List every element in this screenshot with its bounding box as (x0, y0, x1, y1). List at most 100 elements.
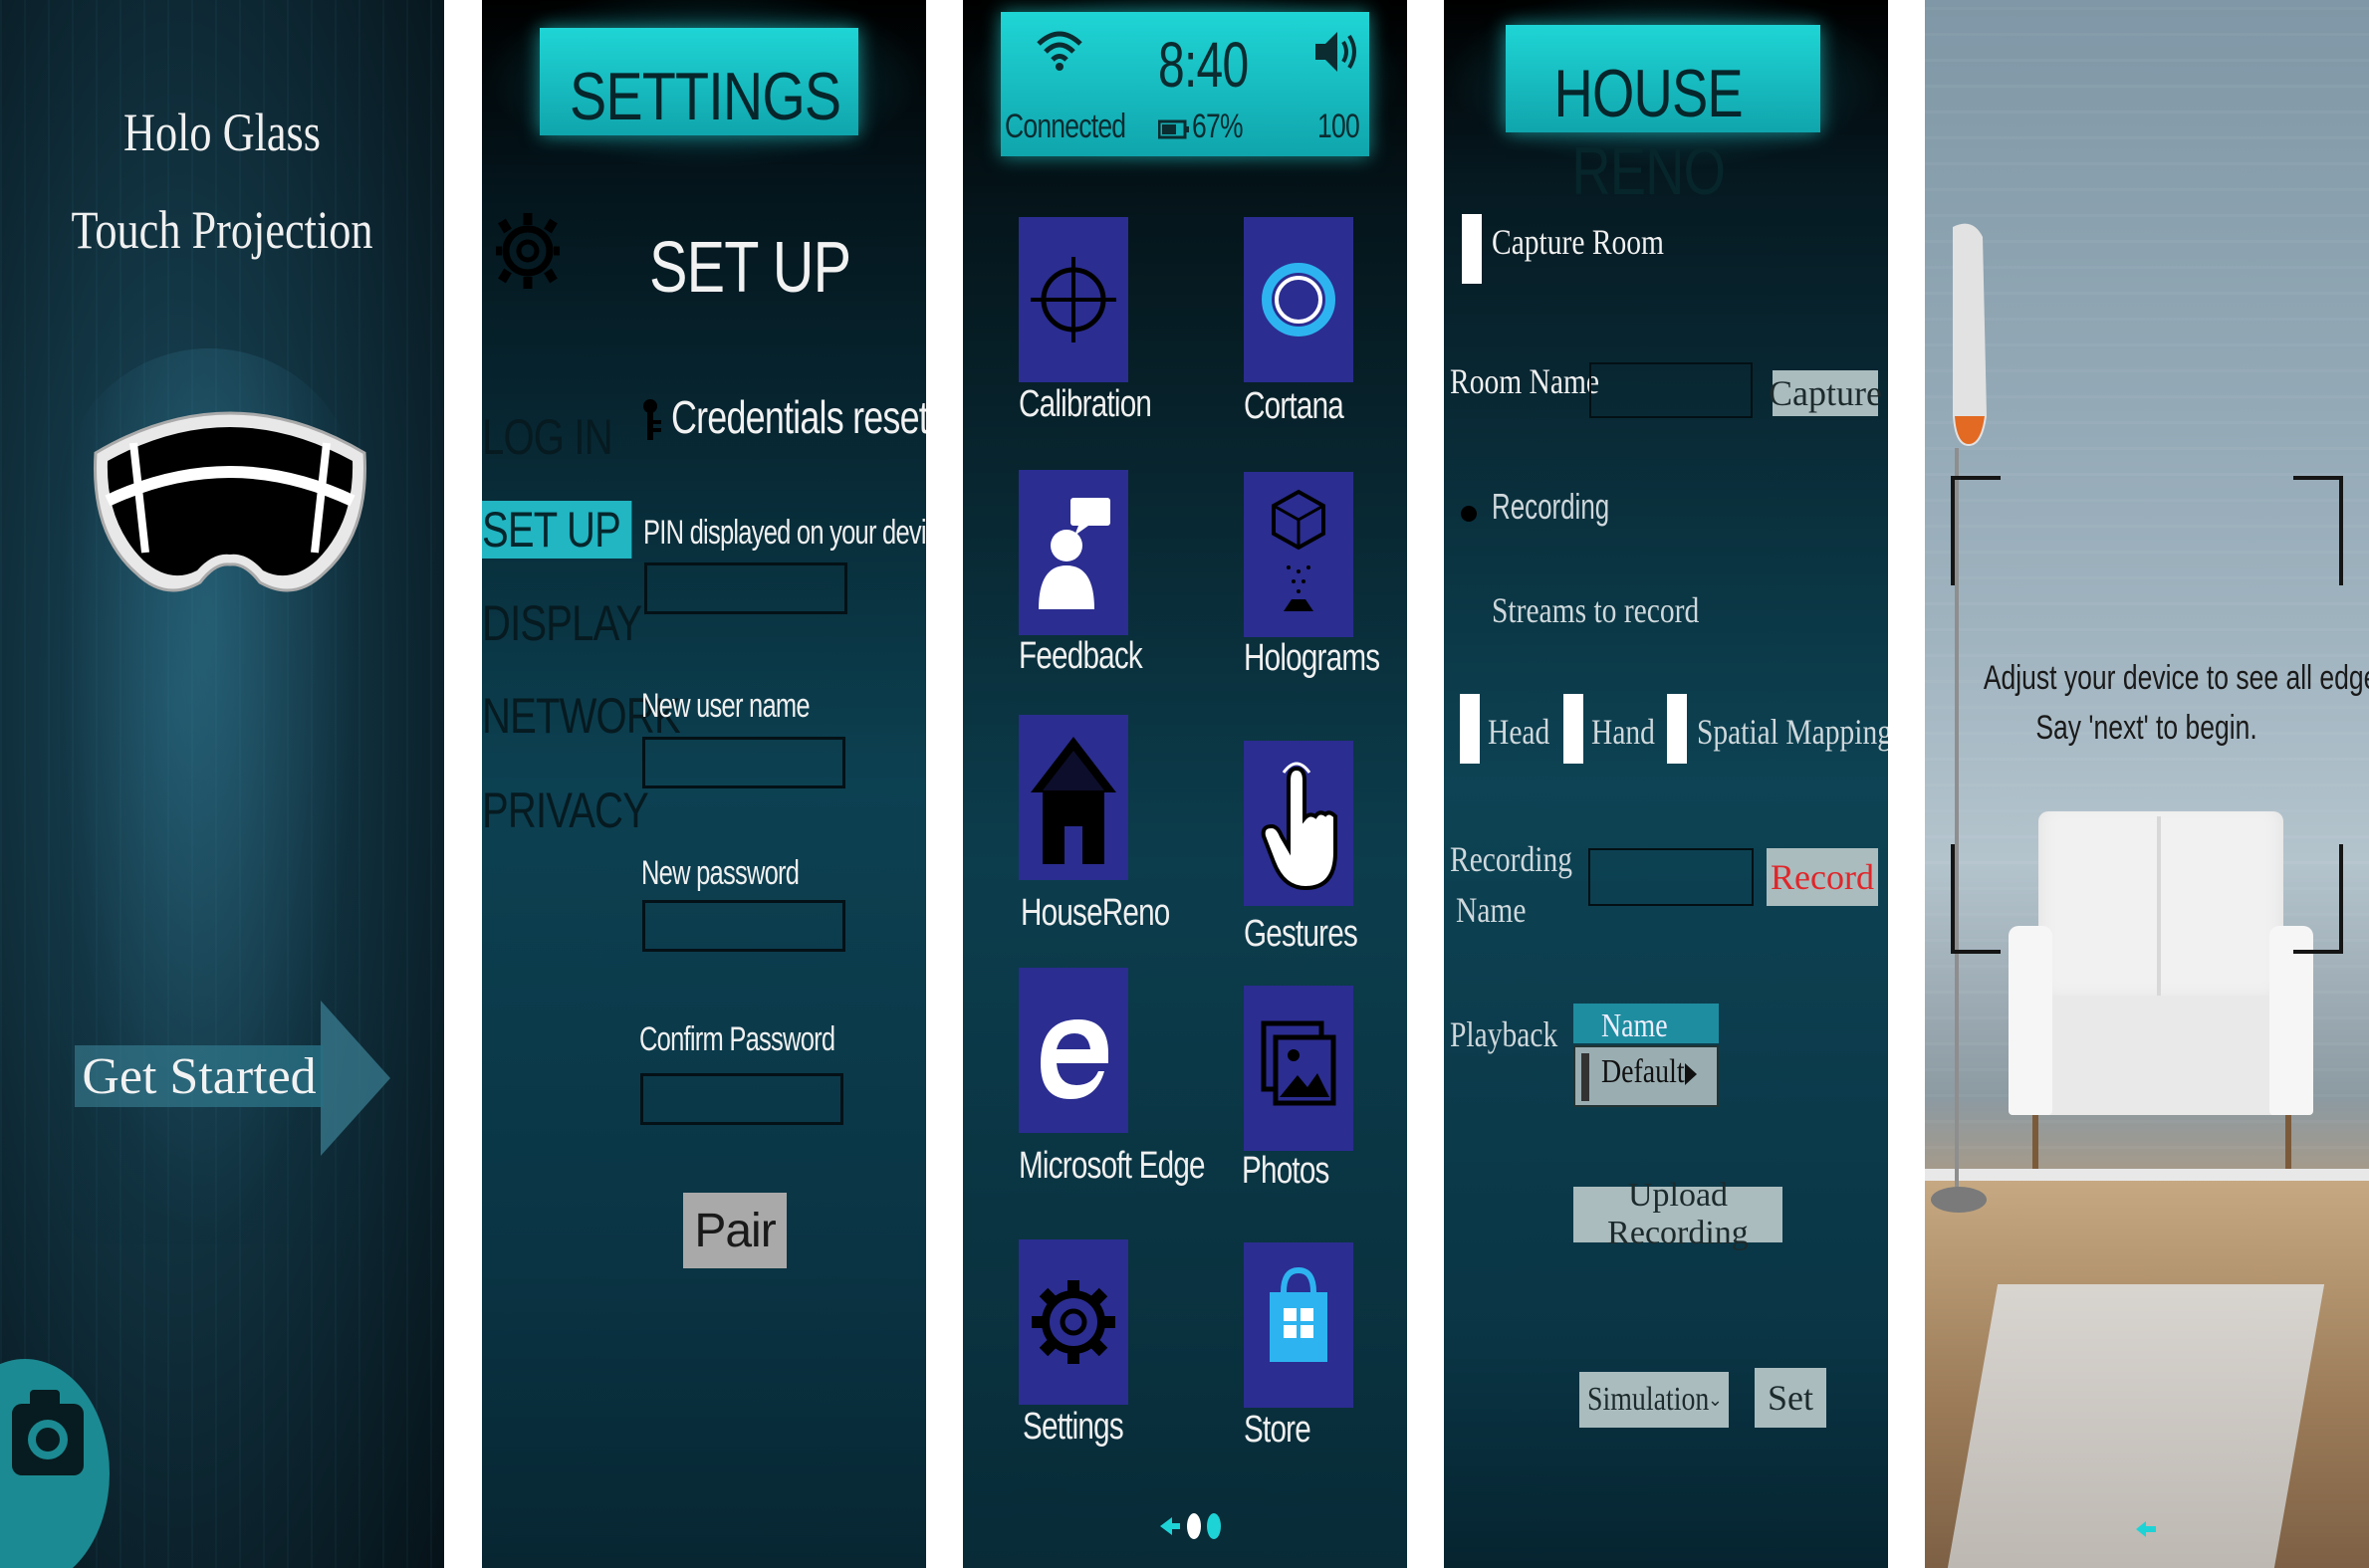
calibration-instruction-line2: Say 'next' to begin. (2035, 709, 2258, 747)
photos-icon (1261, 1020, 1336, 1106)
stream-head-checkbox[interactable] (1460, 694, 1480, 764)
simulation-select[interactable]: Simulation ⌄ (1579, 1372, 1729, 1428)
armchair-leg-left (2032, 1115, 2038, 1169)
gear-icon (496, 213, 560, 289)
record-button[interactable]: Record (1767, 848, 1878, 906)
crosshair-icon (1031, 257, 1116, 342)
battery-icon (1158, 119, 1189, 139)
app-label-microsoft-edge: Microsoft Edge (1019, 1145, 1206, 1187)
capture-room-checkbox[interactable] (1462, 214, 1482, 284)
hand-pointer-icon (1261, 762, 1337, 891)
armchair-seam (2157, 816, 2161, 1006)
stream-spatial-mapping-checkbox[interactable] (1667, 694, 1687, 764)
floor-lamp-icon (1953, 223, 1987, 446)
play-icon[interactable] (1683, 1061, 1699, 1087)
app-feedback[interactable] (1019, 470, 1128, 635)
nav-log-in[interactable]: LOG IN (482, 408, 613, 466)
settings-gear-icon (1032, 1280, 1115, 1364)
app-cortana[interactable] (1244, 217, 1353, 382)
page-indicator[interactable] (1158, 1509, 1228, 1543)
frame-corner-bottom-left (1951, 844, 2001, 954)
store-bag-icon (1270, 1266, 1327, 1362)
key-icon (643, 399, 661, 440)
app-label-cortana: Cortana (1244, 385, 1344, 427)
nav-set-up[interactable]: SET UP (482, 501, 632, 559)
armchair-arm-right (2269, 926, 2313, 1115)
app-title-line2: Touch Projection (71, 200, 373, 260)
confirm-password-label: Confirm Password (639, 1020, 835, 1058)
app-calibration[interactable] (1019, 217, 1128, 382)
lamp-base (1931, 1187, 1987, 1213)
playback-default-item[interactable]: Default (1601, 1053, 1685, 1091)
edge-icon (1041, 1019, 1108, 1099)
app-label-calibration: Calibration (1019, 383, 1152, 425)
chevron-down-icon: ⌄ (1707, 1390, 1723, 1410)
room-name-input[interactable] (1589, 362, 1753, 418)
house-reno-header-text: HOUSE RENO (1553, 56, 1743, 209)
app-title-line1: Holo Glass (122, 103, 322, 162)
app-settings[interactable] (1019, 1239, 1128, 1405)
nav-privacy[interactable]: PRIVACY (482, 782, 649, 839)
app-label-housereno: HouseReno (1021, 892, 1170, 934)
credentials-reset-link[interactable]: Credentials reset (671, 390, 926, 444)
get-started-arrow[interactable] (321, 1001, 390, 1156)
volume-level: 100 (1317, 108, 1360, 145)
new-password-input[interactable] (642, 900, 845, 952)
confirm-password-input[interactable] (640, 1073, 843, 1125)
frame-corner-bottom-right (2293, 844, 2343, 954)
recording-name-label-line2: Name (1456, 890, 1527, 930)
pin-input[interactable] (644, 562, 847, 614)
nav-display[interactable]: DISPLAY (482, 594, 642, 652)
list-scrollbar[interactable] (1581, 1053, 1589, 1101)
pair-button[interactable]: Pair (683, 1193, 787, 1268)
battery-percent: 67% (1192, 108, 1244, 145)
settings-panel: SETTINGS SET UP LOG IN SET UP DISPLAY NE… (482, 0, 926, 1568)
armchair-seat (2024, 996, 2299, 1115)
new-password-label: New password (641, 854, 800, 892)
home-panel: Connected 8:40 67% 100 Calibration Corta… (963, 0, 1407, 1568)
app-housereno[interactable] (1019, 715, 1128, 880)
stream-hand-label: Hand (1591, 712, 1655, 752)
new-user-label: New user name (641, 687, 811, 725)
app-photos[interactable] (1244, 986, 1353, 1151)
armchair-leg-right (2285, 1115, 2291, 1169)
playback-name-header: Name (1573, 1004, 1719, 1044)
set-button[interactable]: Set (1755, 1368, 1826, 1428)
app-gestures[interactable] (1244, 741, 1353, 906)
pin-label: PIN displayed on your device (643, 514, 926, 552)
hologram-cube-icon (1272, 489, 1325, 611)
room-name-label: Room Name (1450, 361, 1600, 401)
app-microsoft-edge[interactable] (1019, 968, 1128, 1133)
app-store[interactable] (1244, 1242, 1353, 1408)
section-title: SET UP (649, 228, 851, 308)
volume-icon (1315, 32, 1356, 72)
clock-time: 8:40 (1158, 29, 1249, 101)
capture-room-label: Capture Room (1492, 222, 1665, 262)
app-label-store: Store (1244, 1409, 1311, 1451)
app-label-settings: Settings (1023, 1406, 1124, 1448)
settings-header-text: SETTINGS (570, 59, 841, 134)
calibration-instruction-line1: Adjust your device to see all edges. (1983, 659, 2369, 697)
playback-list[interactable]: Default (1573, 1045, 1719, 1107)
feedback-icon (1039, 498, 1110, 609)
calibration-panel: Adjust your device to see all edges. Say… (1925, 0, 2369, 1568)
streams-to-record-label: Streams to record (1492, 590, 1700, 630)
playback-label: Playback (1450, 1014, 1558, 1054)
new-user-input[interactable] (642, 737, 845, 788)
stream-hand-checkbox[interactable] (1563, 694, 1583, 764)
app-label-feedback: Feedback (1019, 635, 1143, 677)
splash-panel: Holo Glass Touch Projection Get Started (0, 0, 444, 1568)
house-reno-header: HOUSE RENO (1506, 25, 1820, 209)
back-arrow-icon[interactable] (2134, 1519, 2158, 1539)
playback-name-header-text: Name (1601, 1008, 1668, 1044)
get-started-button[interactable]: Get Started (75, 1045, 324, 1107)
holo-glasses-icon (94, 411, 366, 592)
wifi-status-text: Connected (1005, 108, 1126, 145)
wifi-icon (1037, 31, 1082, 71)
recording-name-input[interactable] (1588, 848, 1754, 906)
frame-corner-top-right (2293, 476, 2343, 585)
frame-corner-top-left (1951, 476, 2001, 585)
app-holograms[interactable] (1244, 472, 1353, 637)
capture-button[interactable]: Capture (1769, 370, 1882, 416)
upload-recording-button[interactable]: Upload Recording (1573, 1177, 1782, 1251)
